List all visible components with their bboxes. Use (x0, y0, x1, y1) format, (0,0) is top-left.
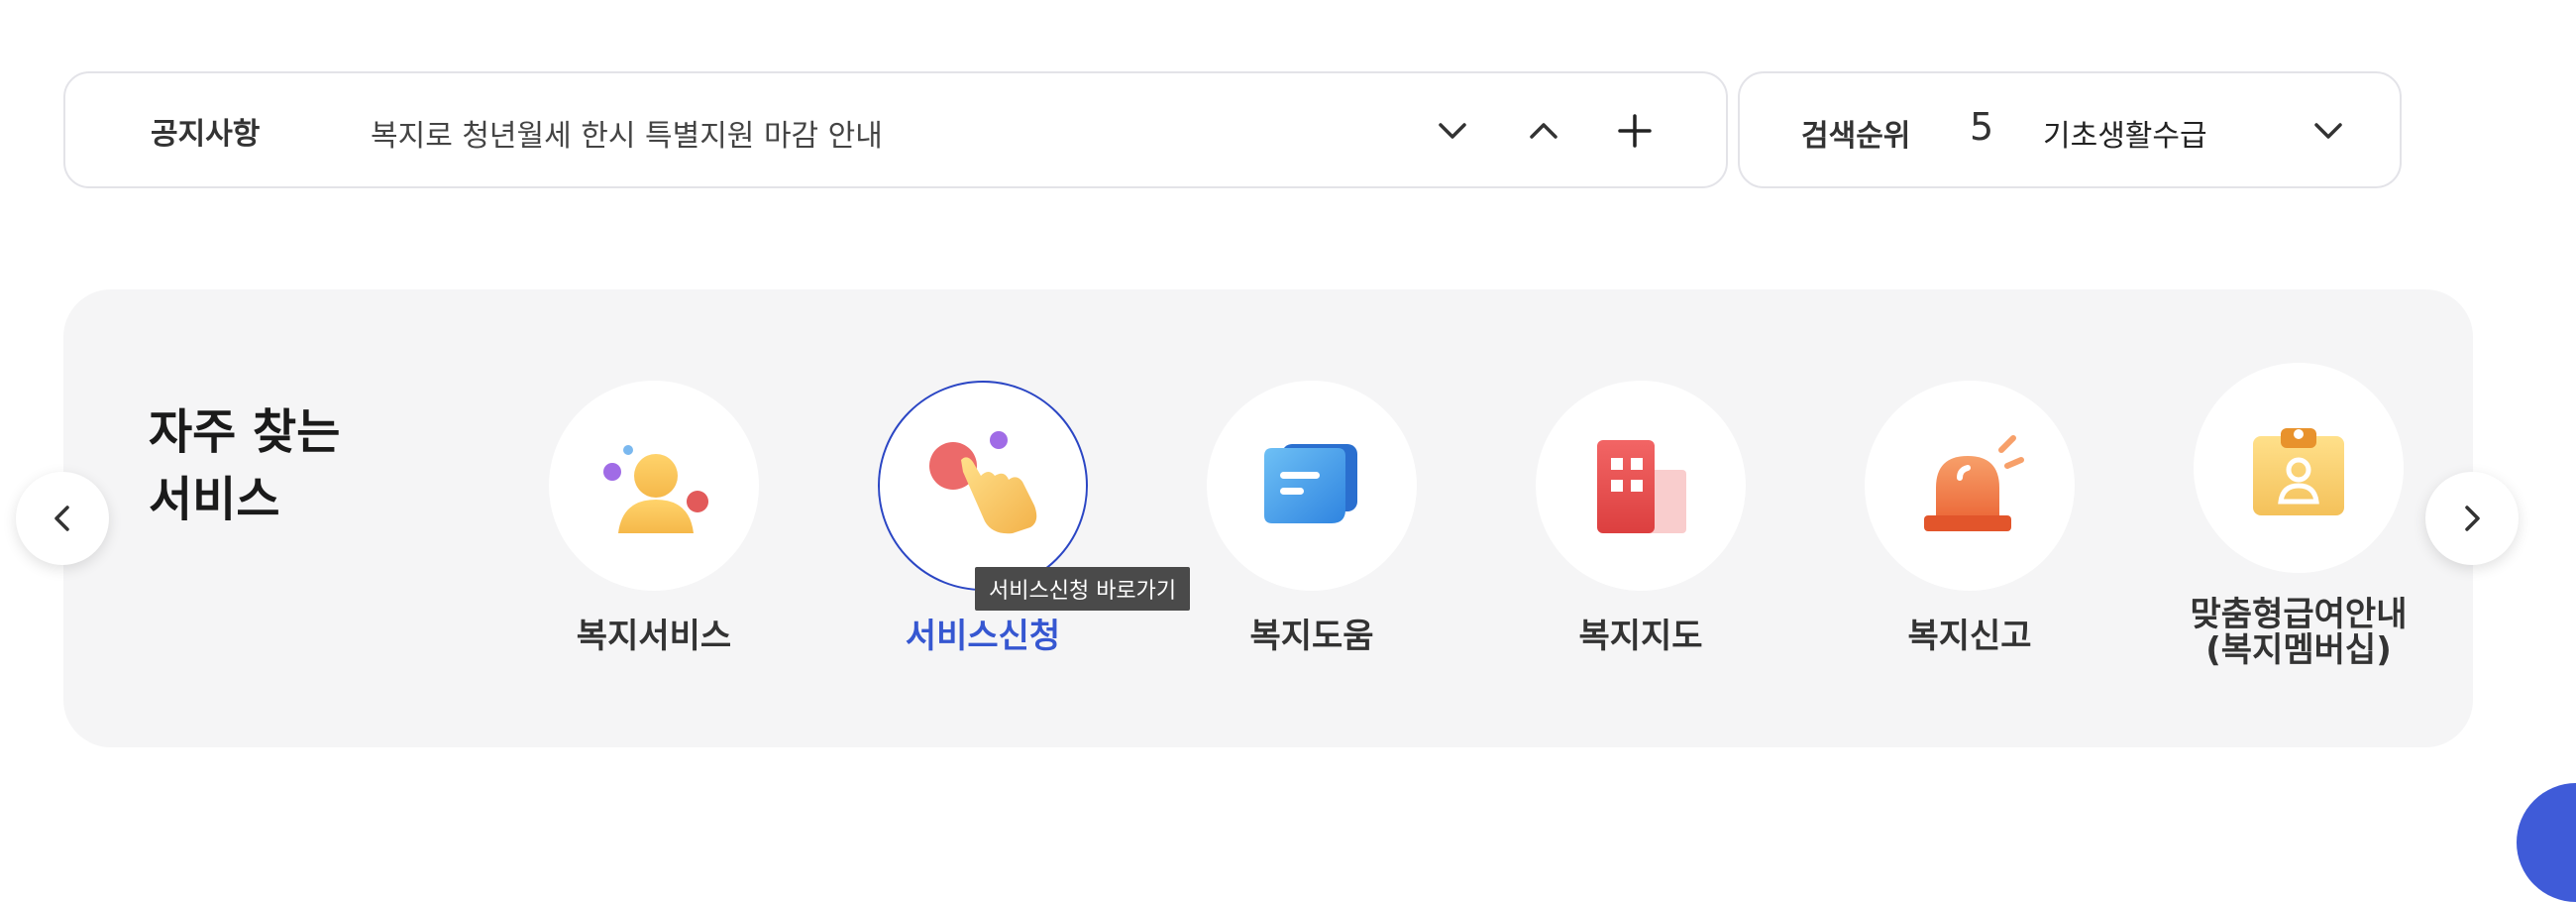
chevron-up-icon (1530, 123, 1557, 139)
notice-next-button[interactable] (1425, 103, 1480, 159)
service-welfare-map[interactable]: 복지지도 (1477, 381, 1804, 656)
chat-bubble-icon (1264, 444, 1357, 523)
service-tooltip: 서비스신청 바로가기 (975, 567, 1191, 611)
service-label: 복지도움 (1249, 617, 1374, 656)
service-application[interactable]: 서비스신청 (819, 381, 1146, 656)
panel-title: 자주 찾는 서비스 (149, 398, 340, 533)
panel-title-line2: 서비스 (149, 472, 280, 527)
service-icon-circle (1865, 381, 2075, 591)
service-icon-circle (1536, 381, 1746, 591)
carousel-next-button[interactable] (2425, 472, 2519, 565)
id-badge-icon (2253, 428, 2344, 515)
chevron-down-icon (2314, 123, 2342, 139)
service-label: 복지서비스 (576, 617, 732, 656)
search-rank-toggle[interactable] (2301, 103, 2356, 159)
notice-prev-button[interactable] (1516, 103, 1571, 159)
notice-bar: 공지사항 복지로 청년월세 한시 특별지원 마감 안내 (63, 71, 1728, 188)
notice-text[interactable]: 복지로 청년월세 한시 특별지원 마감 안내 (371, 111, 883, 155)
service-label-line1: 맞춤형급여안내 (2190, 595, 2408, 634)
frequent-services-panel: 자주 찾는 서비스 복지서비스 서비스신청 복지도움 복지지도 복지신고 맞춤형… (63, 289, 2473, 747)
floating-action-button[interactable] (2517, 783, 2576, 902)
service-icon-circle (2194, 363, 2404, 573)
service-label: 맞춤형급여안내 (복지멤버십) (2135, 597, 2462, 668)
notice-more-button[interactable] (1607, 103, 1663, 159)
service-icon-circle (549, 381, 759, 591)
service-welfare-service[interactable]: 복지서비스 (490, 381, 817, 656)
alarm-siren-icon (1924, 435, 2024, 531)
service-welfare-help[interactable]: 복지도움 (1148, 381, 1475, 656)
plus-icon (1618, 114, 1652, 148)
search-rank-term[interactable]: 기초생활수급 (2043, 111, 2207, 155)
service-label: 서비스신청 (905, 617, 1061, 656)
notice-label: 공지사항 (151, 117, 261, 152)
person-icon (603, 445, 708, 533)
building-icon (1597, 440, 1686, 533)
service-customized-benefits[interactable]: 맞춤형급여안내 (복지멤버십) (2135, 363, 2462, 668)
service-welfare-report[interactable]: 복지신고 (1806, 381, 2133, 656)
search-rank-bar: 검색순위 5 기초생활수급 (1738, 71, 2402, 188)
service-icon-circle (878, 381, 1088, 591)
search-rank-number: 5 (1970, 105, 1994, 149)
service-icon-circle (1207, 381, 1417, 591)
tap-hand-icon (929, 431, 1037, 534)
service-label: 복지신고 (1907, 617, 2032, 656)
service-label: 복지지도 (1578, 617, 1703, 656)
panel-title-line1: 자주 찾는 (149, 404, 341, 460)
carousel-prev-button[interactable] (16, 472, 109, 565)
chevron-down-icon (1439, 123, 1466, 139)
chevron-left-icon (54, 506, 69, 531)
search-rank-label: 검색순위 (1801, 119, 1911, 154)
service-label-line2: (복지멤버십) (2205, 630, 2392, 670)
chevron-right-icon (2465, 506, 2480, 531)
